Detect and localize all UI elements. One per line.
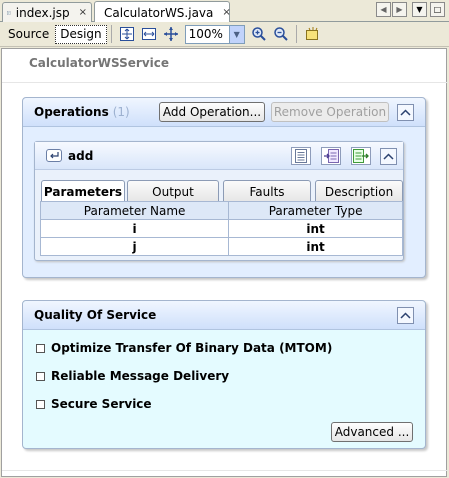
mtom-label: Optimize Transfer Of Binary Data (MTOM): [51, 341, 333, 355]
secure-service-option[interactable]: Secure Service: [36, 397, 152, 411]
parameters-table: Parameter Name Parameter Type i int j in…: [39, 201, 403, 256]
qos-title: Quality Of Service: [34, 308, 157, 322]
service-title: CalculatorWSService: [29, 56, 170, 70]
operation-name: add: [68, 149, 94, 163]
table-row[interactable]: i int: [39, 219, 403, 238]
source-view-button[interactable]: Source: [4, 27, 53, 41]
chevron-down-icon[interactable]: ▼: [228, 25, 244, 43]
quality-of-service-panel: Quality Of Service Optimize Transfer Of …: [22, 300, 426, 449]
collapse-icon[interactable]: [397, 307, 414, 324]
parameter-type-cell[interactable]: int: [228, 237, 403, 256]
operation-description-icon[interactable]: [291, 147, 311, 165]
operations-count: (1): [112, 105, 130, 119]
toolbar-separator: [110, 25, 112, 43]
operations-panel-header: Operations (1) Add Operation... Remove Op…: [23, 98, 425, 127]
add-output-icon[interactable]: [351, 147, 371, 165]
zoom-select[interactable]: 100% ▼: [184, 24, 245, 44]
tab-description[interactable]: Description: [315, 180, 403, 202]
tab-label: CalculatorWS.java: [104, 5, 214, 20]
tab-label: index.jsp: [15, 5, 70, 20]
secure-service-label: Secure Service: [51, 397, 152, 411]
toolbar-separator: [295, 25, 297, 43]
reliable-delivery-option[interactable]: Reliable Message Delivery: [36, 369, 229, 383]
table-row[interactable]: j int: [39, 237, 403, 256]
collapse-icon[interactable]: [397, 104, 414, 121]
close-icon[interactable]: ×: [79, 7, 87, 18]
operation-header: add: [35, 142, 403, 170]
mtom-option[interactable]: Optimize Transfer Of Binary Data (MTOM): [36, 341, 332, 355]
operations-title-text: Operations: [34, 105, 109, 119]
operation-add-panel: add Parameters Output Faults Description…: [34, 141, 404, 261]
tab-index-jsp[interactable]: index.jsp ×: [2, 2, 92, 22]
secure-service-checkbox[interactable]: [36, 399, 45, 409]
reliable-delivery-label: Reliable Message Delivery: [51, 369, 230, 383]
column-header-parameter-type[interactable]: Parameter Type: [228, 201, 403, 220]
divider: [2, 470, 448, 471]
qos-panel-header: Quality Of Service: [23, 301, 425, 330]
table-header-row: Parameter Name Parameter Type: [39, 201, 403, 220]
advanced-button[interactable]: Advanced ...: [331, 422, 413, 442]
tab-faults[interactable]: Faults: [223, 180, 311, 202]
tab-parameters[interactable]: Parameters: [41, 180, 125, 203]
scroll-left-icon[interactable]: ◀: [376, 2, 391, 17]
parameter-name-cell[interactable]: i: [39, 219, 230, 238]
design-view-button[interactable]: Design: [55, 24, 107, 44]
editor-tab-strip: index.jsp × CalculatorWS.java × ◀ ▶ ▼ □: [0, 0, 449, 23]
fit-page-icon[interactable]: [118, 25, 136, 43]
divider: [2, 82, 448, 83]
fit-height-icon[interactable]: [162, 25, 180, 43]
remove-operation-button[interactable]: Remove Operation: [271, 102, 389, 122]
tab-output[interactable]: Output: [127, 180, 219, 202]
design-canvas: CalculatorWSService Operations (1) Add Op…: [1, 48, 448, 477]
jsp-file-icon: [7, 10, 11, 15]
parameter-type-cell[interactable]: int: [228, 219, 403, 238]
editor-toolbar: Source Design 100% ▼: [0, 22, 449, 47]
scroll-right-icon[interactable]: ▶: [392, 2, 407, 17]
add-parameter-icon[interactable]: [321, 147, 341, 165]
close-icon[interactable]: ×: [222, 7, 230, 18]
zoom-out-icon[interactable]: [272, 25, 290, 43]
tab-calculatorws-java[interactable]: CalculatorWS.java ×: [94, 1, 231, 23]
maximize-window-icon[interactable]: □: [430, 2, 445, 17]
add-operation-icon[interactable]: [303, 25, 321, 43]
tab-list-dropdown-icon[interactable]: ▼: [412, 2, 427, 17]
operations-panel: Operations (1) Add Operation... Remove Op…: [22, 97, 426, 278]
collapse-icon[interactable]: [380, 148, 397, 165]
add-operation-button[interactable]: Add Operation...: [159, 102, 265, 122]
zoom-value: 100%: [188, 27, 223, 41]
parameter-name-cell[interactable]: j: [39, 237, 230, 256]
column-header-parameter-name[interactable]: Parameter Name: [39, 201, 230, 220]
operation-icon: [46, 149, 62, 162]
reliable-delivery-checkbox[interactable]: [36, 371, 45, 381]
zoom-in-icon[interactable]: [250, 25, 268, 43]
fit-width-icon[interactable]: [140, 25, 158, 43]
mtom-checkbox[interactable]: [36, 343, 45, 353]
operations-title: Operations (1): [34, 105, 130, 119]
